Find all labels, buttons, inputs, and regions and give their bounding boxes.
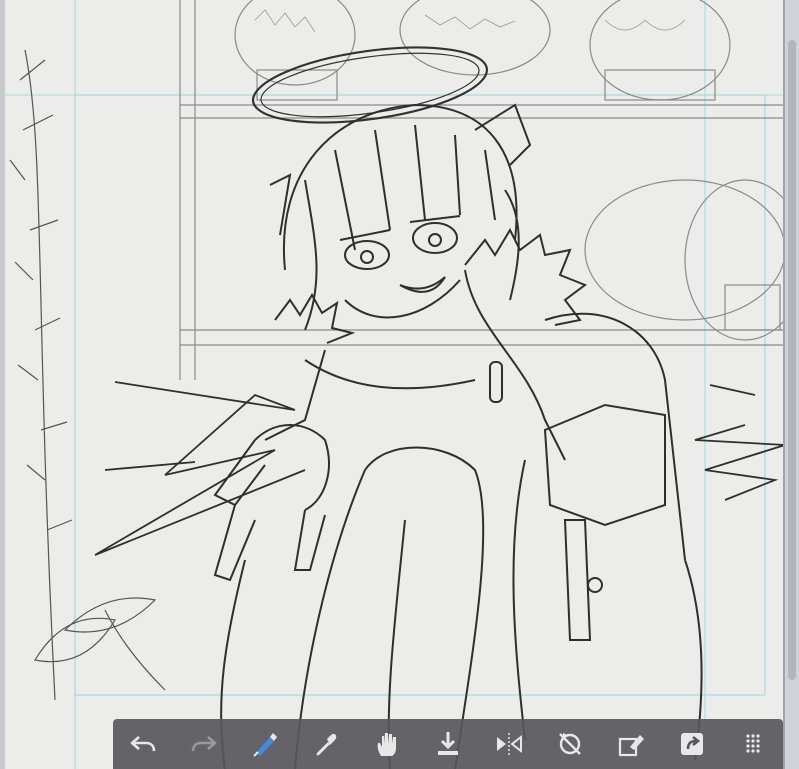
undo-icon [131, 736, 156, 752]
flip-button[interactable] [487, 724, 531, 764]
flip-icon [496, 733, 522, 755]
eyedropper-button[interactable] [304, 724, 348, 764]
vertical-scrollbar[interactable] [785, 0, 799, 769]
sketch-artwork [5, 0, 783, 769]
undo-button[interactable] [121, 724, 165, 764]
fill-icon [618, 735, 644, 757]
brush-tool-button[interactable] [243, 724, 287, 764]
scrollbar-thumb[interactable] [788, 40, 796, 680]
rotate-reset-button[interactable] [548, 724, 592, 764]
grid-menu-button[interactable] [731, 724, 775, 764]
grid-menu-icon [745, 734, 760, 753]
share-icon [680, 733, 703, 755]
hand-tool-button[interactable] [365, 724, 409, 764]
fill-button[interactable] [609, 724, 653, 764]
redo-icon [192, 736, 217, 752]
redo-button[interactable] [182, 724, 226, 764]
brush-icon [253, 733, 278, 757]
hand-icon [377, 733, 397, 756]
rotate-reset-icon [558, 733, 581, 755]
share-button[interactable] [670, 724, 714, 764]
app-window [0, 0, 799, 769]
bottom-toolbar [113, 719, 783, 769]
save-icon [437, 732, 458, 755]
save-button[interactable] [426, 724, 470, 764]
drawing-canvas[interactable] [5, 0, 785, 769]
eyedropper-icon [316, 733, 337, 756]
